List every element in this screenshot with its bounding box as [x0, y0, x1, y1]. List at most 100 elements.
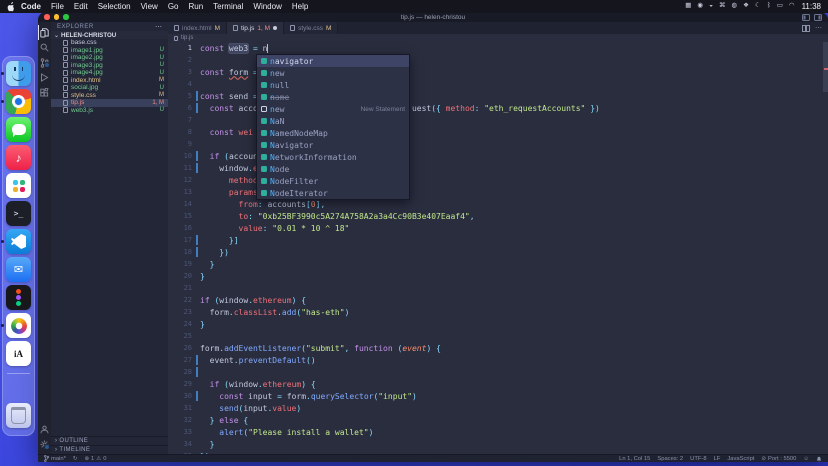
- class-kind-icon: [261, 178, 267, 184]
- notifications[interactable]: [816, 456, 822, 462]
- activitybar-accounts[interactable]: [38, 422, 51, 437]
- file-item-base.css[interactable]: base.css: [51, 39, 168, 47]
- activitybar-explorer[interactable]: [38, 25, 51, 40]
- statusbar-item[interactable]: Ln 1, Col 15: [619, 456, 650, 462]
- split-editor-icon[interactable]: [802, 25, 810, 32]
- dock-icon-ia[interactable]: iA: [6, 341, 31, 366]
- line-number: 34: [168, 440, 200, 448]
- branch-name: main*: [51, 456, 66, 462]
- menu-item-window[interactable]: Window: [253, 2, 281, 11]
- dock-icon-trash[interactable]: [6, 403, 31, 428]
- dock-icon-chrome[interactable]: [6, 89, 31, 114]
- menu-item-selection[interactable]: Selection: [98, 2, 131, 11]
- menu-item-run[interactable]: Run: [188, 2, 203, 11]
- menu-item-help[interactable]: Help: [292, 2, 308, 11]
- suggestion-nodefilter[interactable]: NodeFilter: [257, 175, 409, 187]
- dock-icon-vscode[interactable]: [6, 229, 31, 254]
- more-actions-icon[interactable]: ⋯: [815, 24, 822, 32]
- dock-icon-figma[interactable]: [6, 285, 31, 310]
- sidebar-section-timeline[interactable]: ›TIMELINE: [51, 445, 168, 454]
- tab-index.html[interactable]: index.htmlM: [168, 22, 227, 34]
- errors-count: 1: [91, 456, 94, 462]
- suggestion-new[interactable]: new: [257, 67, 409, 79]
- dock-icon-terminal[interactable]: >_: [6, 201, 31, 226]
- dock-icon-slack[interactable]: [6, 173, 31, 198]
- menubar-status-icon[interactable]: ⌘: [719, 3, 726, 10]
- menubar-clock[interactable]: 11:38: [802, 2, 821, 11]
- tab-tip.js[interactable]: tip.js1, M: [227, 22, 284, 34]
- editor-scrollbar[interactable]: [823, 42, 828, 92]
- file-item-style.css[interactable]: style.cssM: [51, 92, 168, 100]
- menu-item-view[interactable]: View: [141, 2, 158, 11]
- file-icon: [174, 25, 179, 31]
- dock-icon-music[interactable]: ♪: [6, 145, 31, 170]
- suggestion-navigator[interactable]: Navigator: [257, 139, 409, 151]
- file-item-social.jpg[interactable]: social.jpgU: [51, 84, 168, 92]
- file-item-image3.jpg[interactable]: image3.jpgU: [51, 62, 168, 70]
- folder-header[interactable]: ⌄ HELEN-CHRISTOU: [51, 31, 168, 39]
- file-item-image2.jpg[interactable]: image2.jpgU: [51, 54, 168, 62]
- activitybar-run-debug[interactable]: [38, 70, 51, 85]
- menubar-status-icon[interactable]: ᛒ: [767, 3, 771, 10]
- sidebar-section-outline[interactable]: ›OUTLINE: [51, 436, 168, 445]
- menu-item-go[interactable]: Go: [168, 2, 179, 11]
- file-icon: [63, 85, 68, 91]
- breadcrumb[interactable]: tip.js: [168, 34, 828, 42]
- dock-icon-finder[interactable]: [6, 61, 31, 86]
- statusbar-item[interactable]: Spaces: 2: [657, 456, 683, 462]
- menu-item-file[interactable]: File: [51, 2, 64, 11]
- suggestion-networkinformation[interactable]: NetworkInformation: [257, 151, 409, 163]
- toggle-panel-icon[interactable]: [802, 14, 810, 21]
- git-branch-status[interactable]: main*: [44, 455, 66, 462]
- file-item-image4.jpg[interactable]: image4.jpgU: [51, 69, 168, 77]
- statusbar-item[interactable]: UTF-8: [690, 456, 706, 462]
- dock-icon-mail[interactable]: ✉: [6, 257, 31, 282]
- dock-icon-messages[interactable]: [6, 117, 31, 142]
- file-item-image1.jpg[interactable]: image1.jpgU: [51, 47, 168, 55]
- suggestion-navigator[interactable]: navigator: [257, 55, 409, 67]
- activitybar-source-control[interactable]: [38, 55, 51, 70]
- menu-item-edit[interactable]: Edit: [74, 2, 88, 11]
- menubar-status-icon[interactable]: ◉: [697, 3, 703, 10]
- sync-status[interactable]: ↻: [73, 456, 78, 462]
- suggestion-namednodemap[interactable]: NamedNodeMap: [257, 127, 409, 139]
- menubar-status-icon[interactable]: ❖: [743, 3, 749, 10]
- tab-bar: index.htmlMtip.js1, Mstyle.cssM ⋯: [168, 22, 828, 34]
- menubar-status-icon[interactable]: ◒: [709, 3, 713, 10]
- menu-item-terminal[interactable]: Terminal: [213, 2, 243, 11]
- file-icon: [233, 25, 238, 31]
- menu-item-code[interactable]: Code: [21, 2, 41, 11]
- file-item-tip.js[interactable]: tip.js1, M: [51, 99, 168, 107]
- suggestion-null[interactable]: null: [257, 79, 409, 91]
- problems-status[interactable]: ⊗ 1 ⚠ 0: [84, 456, 106, 462]
- statusbar-item[interactable]: JavaScript: [727, 456, 754, 462]
- menubar-status-icon[interactable]: ☾: [755, 3, 761, 10]
- suggestion-node[interactable]: Node: [257, 163, 409, 175]
- window-titlebar[interactable]: tip.js — helen-christou: [38, 12, 828, 22]
- statusbar-item[interactable]: LF: [714, 456, 721, 462]
- dock-icon-photos[interactable]: [6, 313, 31, 338]
- code-editor[interactable]: 1const web3 = n23const form = d45const s…: [168, 42, 828, 454]
- activitybar-search[interactable]: [38, 40, 51, 55]
- activitybar-settings[interactable]: [38, 437, 51, 452]
- customize-layout-icon[interactable]: [814, 14, 822, 21]
- menubar-status-icon[interactable]: ▦: [685, 3, 691, 10]
- git-status-badge: M: [159, 77, 164, 83]
- feedback-smiley[interactable]: ☺: [803, 456, 809, 462]
- suggestion-new[interactable]: newNew Statement: [257, 103, 409, 115]
- file-item-index.html[interactable]: index.htmlM: [51, 77, 168, 85]
- suggestion-label: NetworkInformation: [270, 153, 357, 162]
- tab-style.css[interactable]: style.cssM: [284, 22, 338, 34]
- suggestion-nan[interactable]: NaN: [257, 115, 409, 127]
- apple-menu-icon[interactable]: [7, 2, 16, 12]
- suggestion-name[interactable]: name: [257, 91, 409, 103]
- menubar-status-icon[interactable]: ◠: [789, 3, 795, 10]
- live-server-status[interactable]: ⊘ Port : 5500: [761, 456, 796, 462]
- menubar-status-icon[interactable]: ▭: [777, 3, 783, 10]
- suggestion-nodeiterator[interactable]: NodeIterator: [257, 187, 409, 199]
- breadcrumb-item[interactable]: tip.js: [181, 35, 193, 41]
- activitybar-extensions[interactable]: [38, 85, 51, 100]
- file-item-web3.js[interactable]: web3.jsU: [51, 107, 168, 115]
- explorer-more-actions-icon[interactable]: ⋯: [155, 23, 162, 31]
- menubar-status-icon[interactable]: ◍: [732, 3, 738, 10]
